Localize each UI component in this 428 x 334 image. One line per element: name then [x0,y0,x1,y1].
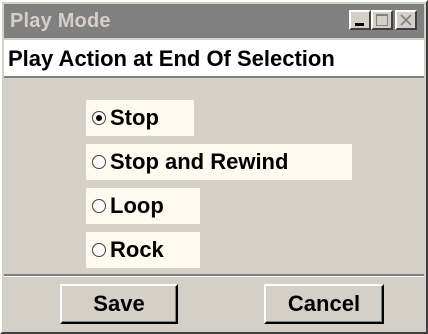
radio-unselected-icon[interactable] [92,199,106,213]
play-action-label: Play Action at End Of Selection [8,46,335,71]
option-rock[interactable]: Rock [86,232,200,268]
title-bar[interactable]: Play Mode [4,4,424,38]
minimize-button[interactable] [349,10,371,30]
maximize-button[interactable] [371,10,393,30]
option-label: Loop [110,193,164,218]
radio-unselected-icon[interactable] [92,243,106,257]
option-label: Rock [110,237,164,262]
option-stop[interactable]: Stop [86,100,194,136]
option-loop[interactable]: Loop [86,188,200,224]
option-label: Stop and Rewind [110,149,289,174]
save-button[interactable]: Save [60,284,178,324]
option-stop-and-rewind[interactable]: Stop and Rewind [86,144,352,180]
play-mode-window: Play Mode Play Action at End Of Selectio… [0,0,428,334]
radio-selected-icon[interactable] [92,111,106,125]
divider [4,274,424,277]
radio-unselected-icon[interactable] [92,155,106,169]
option-label: Stop [110,105,159,130]
section-header: Play Action at End Of Selection [4,40,424,78]
close-icon [400,14,412,26]
cancel-button[interactable]: Cancel [264,284,384,324]
window-title: Play Mode [10,10,111,32]
close-button[interactable] [395,10,417,30]
